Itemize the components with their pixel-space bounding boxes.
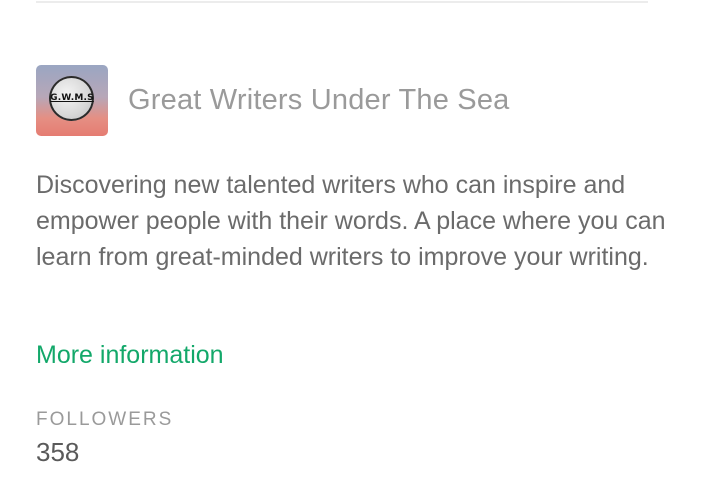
logo-text: G.W.M.S xyxy=(50,93,94,103)
publication-title[interactable]: Great Writers Under The Sea xyxy=(128,84,509,117)
publication-logo[interactable]: G.W.M.S xyxy=(36,65,108,136)
top-divider xyxy=(36,1,648,3)
publication-description: Discovering new talented writers who can… xyxy=(36,171,666,271)
followers-count[interactable]: 358 xyxy=(36,437,79,468)
publication-header: G.W.M.S Great Writers Under The Sea xyxy=(36,65,509,136)
more-information-link[interactable]: More information xyxy=(36,341,224,370)
followers-label: FOLLOWERS xyxy=(36,409,174,430)
